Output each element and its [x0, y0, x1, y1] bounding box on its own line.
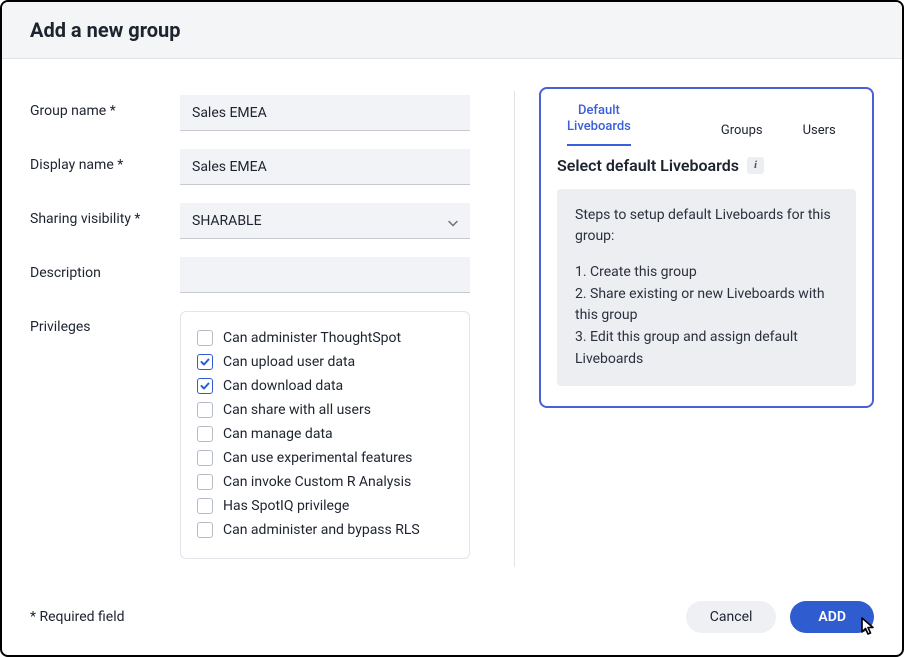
checkbox-icon[interactable]: [197, 378, 213, 394]
panel-tabs: Default Liveboards Groups Users: [557, 103, 856, 146]
privilege-item[interactable]: Can share with all users: [197, 398, 453, 422]
step-line: 1. Create this group: [575, 262, 838, 284]
row-description: Description: [30, 257, 490, 293]
steps-list: 1. Create this group2. Share existing or…: [575, 262, 838, 370]
privilege-label: Can share with all users: [223, 402, 371, 418]
privilege-item[interactable]: Can upload user data: [197, 350, 453, 374]
row-display-name: Display name *: [30, 149, 490, 185]
row-privileges: Privileges Can administer ThoughtSpotCan…: [30, 311, 490, 559]
display-name-input[interactable]: [180, 149, 470, 185]
steps-box: Steps to setup default Liveboards for th…: [557, 189, 856, 387]
dialog-footer: * Required field Cancel ADD: [2, 587, 902, 655]
privilege-item[interactable]: Can invoke Custom R Analysis: [197, 470, 453, 494]
sharing-visibility-select[interactable]: [180, 203, 470, 239]
checkbox-icon[interactable]: [197, 402, 213, 418]
label-privileges: Privileges: [30, 311, 180, 559]
group-name-input[interactable]: [180, 95, 470, 131]
info-icon[interactable]: i: [747, 157, 764, 174]
privilege-item[interactable]: Can manage data: [197, 422, 453, 446]
label-group-name: Group name *: [30, 95, 180, 131]
dialog-body: Group name * Display name * Sharing visi…: [2, 59, 902, 587]
row-sharing-visibility: Sharing visibility *: [30, 203, 490, 239]
tab-groups[interactable]: Groups: [721, 123, 763, 146]
section-title-row: Select default Liveboards i: [557, 156, 856, 175]
privilege-label: Can use experimental features: [223, 450, 412, 466]
required-note: * Required field: [30, 609, 125, 625]
label-sharing-visibility: Sharing visibility *: [30, 203, 180, 239]
form-left: Group name * Display name * Sharing visi…: [30, 87, 490, 587]
privilege-item[interactable]: Can download data: [197, 374, 453, 398]
liveboards-panel: Default Liveboards Groups Users Select def…: [539, 87, 874, 408]
step-line: 2. Share existing or new Liveboards with…: [575, 284, 838, 327]
divider: [514, 91, 515, 567]
label-display-name: Display name *: [30, 149, 180, 185]
privilege-label: Can administer and bypass RLS: [223, 522, 420, 538]
description-input[interactable]: [180, 257, 470, 293]
cancel-button[interactable]: Cancel: [686, 601, 777, 633]
privilege-label: Can upload user data: [223, 354, 355, 370]
privilege-label: Can administer ThoughtSpot: [223, 330, 401, 346]
label-description: Description: [30, 257, 180, 293]
tab-default-liveboards[interactable]: Default Liveboards: [567, 103, 631, 146]
add-group-dialog: Add a new group Group name * Display nam…: [0, 0, 904, 657]
privilege-label: Can invoke Custom R Analysis: [223, 474, 411, 490]
row-group-name: Group name *: [30, 95, 490, 131]
privilege-item[interactable]: Can administer ThoughtSpot: [197, 326, 453, 350]
privilege-label: Can manage data: [223, 426, 333, 442]
checkbox-icon[interactable]: [197, 330, 213, 346]
checkbox-icon[interactable]: [197, 426, 213, 442]
checkbox-icon[interactable]: [197, 522, 213, 538]
checkbox-icon[interactable]: [197, 474, 213, 490]
add-button[interactable]: ADD: [790, 601, 874, 633]
section-title: Select default Liveboards: [557, 156, 739, 175]
steps-intro: Steps to setup default Liveboards for th…: [575, 205, 838, 248]
privilege-item[interactable]: Has SpotIQ privilege: [197, 494, 453, 518]
checkbox-icon[interactable]: [197, 450, 213, 466]
dialog-title: Add a new group: [30, 18, 874, 42]
privilege-label: Can download data: [223, 378, 343, 394]
sharing-visibility-value[interactable]: [180, 203, 470, 239]
right-panel-container: Default Liveboards Groups Users Select def…: [539, 87, 874, 587]
privileges-box: Can administer ThoughtSpot Can upload use…: [180, 311, 470, 559]
step-line: 3. Edit this group and assign default Li…: [575, 327, 838, 370]
privilege-label: Has SpotIQ privilege: [223, 498, 349, 514]
dialog-header: Add a new group: [2, 2, 902, 59]
checkbox-icon[interactable]: [197, 354, 213, 370]
checkbox-icon[interactable]: [197, 498, 213, 514]
privilege-item[interactable]: Can administer and bypass RLS: [197, 518, 453, 542]
tab-users[interactable]: Users: [803, 123, 836, 146]
privilege-item[interactable]: Can use experimental features: [197, 446, 453, 470]
